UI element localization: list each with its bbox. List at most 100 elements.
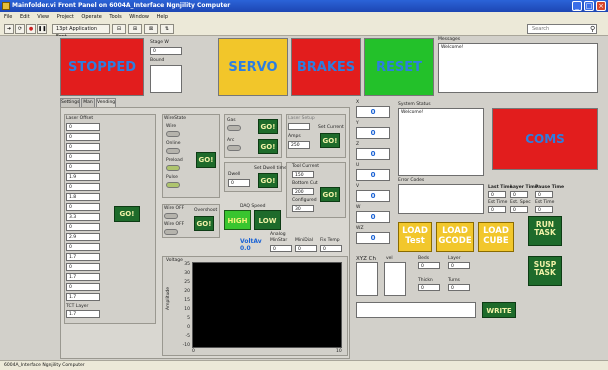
- dwell-label: Dwell: [228, 172, 241, 177]
- run-task-button[interactable]: RUN TASK: [528, 216, 562, 246]
- menu-view[interactable]: View: [37, 14, 49, 20]
- laser-offset-field[interactable]: 1.7: [66, 273, 100, 281]
- laser-offset-field[interactable]: 1.8: [66, 193, 100, 201]
- laser-offset-field[interactable]: 0: [66, 243, 100, 251]
- minimize-button[interactable]: _: [572, 1, 582, 11]
- resize-icon[interactable]: ⊠: [144, 24, 158, 34]
- laser-offset-field[interactable]: 2.9: [66, 233, 100, 241]
- thickn-field[interactable]: 0: [418, 284, 440, 291]
- layer-field[interactable]: 0: [448, 262, 470, 269]
- amps-field[interactable]: 250: [288, 141, 310, 149]
- load-test-button[interactable]: LOAD Test: [398, 222, 432, 252]
- set-current-go-button[interactable]: GO!: [320, 133, 340, 148]
- pulse-toggle[interactable]: [166, 182, 180, 188]
- menu-window[interactable]: Window: [129, 14, 149, 20]
- search-icon[interactable]: ⚲: [590, 25, 595, 33]
- preload-label: Preload: [166, 158, 183, 163]
- laser-offset-field[interactable]: 1.9: [66, 173, 100, 181]
- menu-file[interactable]: File: [4, 14, 12, 20]
- fix-temp-label: Fix Temp: [320, 238, 340, 243]
- stopped-button[interactable]: STOPPED: [60, 38, 144, 96]
- daq-low-button[interactable]: LOW: [254, 210, 281, 230]
- wire-toggle[interactable]: [166, 131, 180, 137]
- dwell-field[interactable]: 0: [228, 179, 250, 187]
- configured-field[interactable]: 30: [292, 205, 314, 212]
- menu-help[interactable]: Help: [157, 14, 168, 20]
- tool-current-label: Tool Current: [292, 164, 320, 169]
- wire-off-toggle-1[interactable]: [164, 213, 178, 219]
- axis-value: 0: [356, 169, 390, 181]
- gas-toggle[interactable]: [227, 125, 241, 131]
- menu-tools[interactable]: Tools: [109, 14, 121, 20]
- analog-label: Analog: [270, 232, 286, 237]
- currents-go-button[interactable]: GO!: [320, 187, 340, 202]
- turns-field[interactable]: 0: [448, 284, 470, 291]
- laser-offset-field[interactable]: 1.7: [66, 293, 100, 301]
- wire-off-toggle-2[interactable]: [164, 229, 178, 235]
- laser-offset-field[interactable]: 0: [66, 143, 100, 151]
- y-tick-label: -10: [182, 343, 190, 348]
- tool-current-field[interactable]: 150: [292, 171, 314, 178]
- font-select[interactable]: 13pt Application Font: [52, 24, 110, 40]
- menu-project[interactable]: Project: [57, 14, 74, 20]
- maximize-button[interactable]: □: [584, 1, 594, 11]
- preload-toggle[interactable]: [166, 165, 180, 171]
- abort-icon[interactable]: ●: [26, 24, 36, 34]
- laser-offset-field[interactable]: 0: [66, 123, 100, 131]
- laser-offset-field[interactable]: 0: [66, 223, 100, 231]
- load-gcode-button[interactable]: LOAD GCODE: [436, 222, 474, 252]
- servo-button[interactable]: SERVO: [218, 38, 288, 96]
- reset-button[interactable]: RESET: [364, 38, 434, 96]
- align-icon[interactable]: ⊟: [112, 24, 126, 34]
- laser-offset-field[interactable]: 0: [66, 263, 100, 271]
- daq-high-button[interactable]: HIGH: [224, 210, 251, 230]
- arc-toggle[interactable]: [227, 145, 241, 151]
- distribute-icon[interactable]: ⊞: [128, 24, 142, 34]
- gas-go-button[interactable]: GO!: [258, 119, 278, 134]
- messages-box: Welcome!: [438, 43, 598, 93]
- beds-field[interactable]: 0: [418, 262, 440, 269]
- online-toggle[interactable]: [166, 148, 180, 154]
- y-tick-label: 10: [184, 307, 190, 312]
- pause-icon[interactable]: ❚❚: [37, 24, 47, 34]
- dwell-go-button[interactable]: GO!: [258, 173, 278, 188]
- reorder-icon[interactable]: ⇅: [160, 24, 174, 34]
- laser-offset-go-button[interactable]: GO!: [114, 206, 140, 222]
- laser-offset-field[interactable]: 0: [66, 133, 100, 141]
- wire-off-label-2: Wire OFF: [164, 222, 185, 227]
- wire-off-go-button[interactable]: GO!: [194, 216, 214, 231]
- stage-field[interactable]: 0: [150, 47, 182, 55]
- tab-man[interactable]: Man: [81, 98, 95, 107]
- coms-button[interactable]: COMS: [492, 108, 598, 170]
- run-arrow-icon[interactable]: ➜: [4, 24, 14, 34]
- susp-task-button[interactable]: SUSP TASK: [528, 256, 562, 286]
- bottom-cut-field[interactable]: 200: [292, 188, 314, 195]
- tct-layer-field[interactable]: 1.7: [66, 310, 100, 318]
- laser-offset-field[interactable]: 0: [66, 153, 100, 161]
- brakes-button[interactable]: BRAKES: [291, 38, 361, 96]
- search-input[interactable]: Search: [527, 24, 597, 34]
- menu-operate[interactable]: Operate: [81, 14, 101, 20]
- write-input[interactable]: [356, 302, 476, 318]
- close-button[interactable]: ×: [596, 1, 606, 11]
- laser-offset-field[interactable]: 0: [66, 163, 100, 171]
- run-continuously-icon[interactable]: ⟳: [15, 24, 25, 34]
- bound-field[interactable]: [150, 65, 182, 93]
- tab-settings[interactable]: Settings: [60, 98, 80, 107]
- laser-offset-field[interactable]: 0: [66, 203, 100, 211]
- tab-vending[interactable]: Vending: [96, 98, 116, 107]
- wire-off-label-1: Wire OFF: [164, 206, 185, 211]
- load-cube-button[interactable]: LOAD CUBE: [478, 222, 514, 252]
- laser-offset-field[interactable]: 0: [66, 183, 100, 191]
- laser-offset-field[interactable]: 3.3: [66, 213, 100, 221]
- axis-label: V: [356, 184, 360, 189]
- wire-state-go-button[interactable]: GO!: [196, 152, 216, 168]
- vel-list[interactable]: [384, 262, 406, 296]
- laser-offset-field[interactable]: 1.7: [66, 253, 100, 261]
- laser-offset-field[interactable]: 0: [66, 283, 100, 291]
- arc-go-button[interactable]: GO!: [258, 139, 278, 154]
- xyz-list[interactable]: [356, 262, 378, 296]
- configured-label: Configured: [292, 198, 317, 203]
- menu-edit[interactable]: Edit: [20, 14, 30, 20]
- write-button[interactable]: WRITE: [482, 302, 516, 318]
